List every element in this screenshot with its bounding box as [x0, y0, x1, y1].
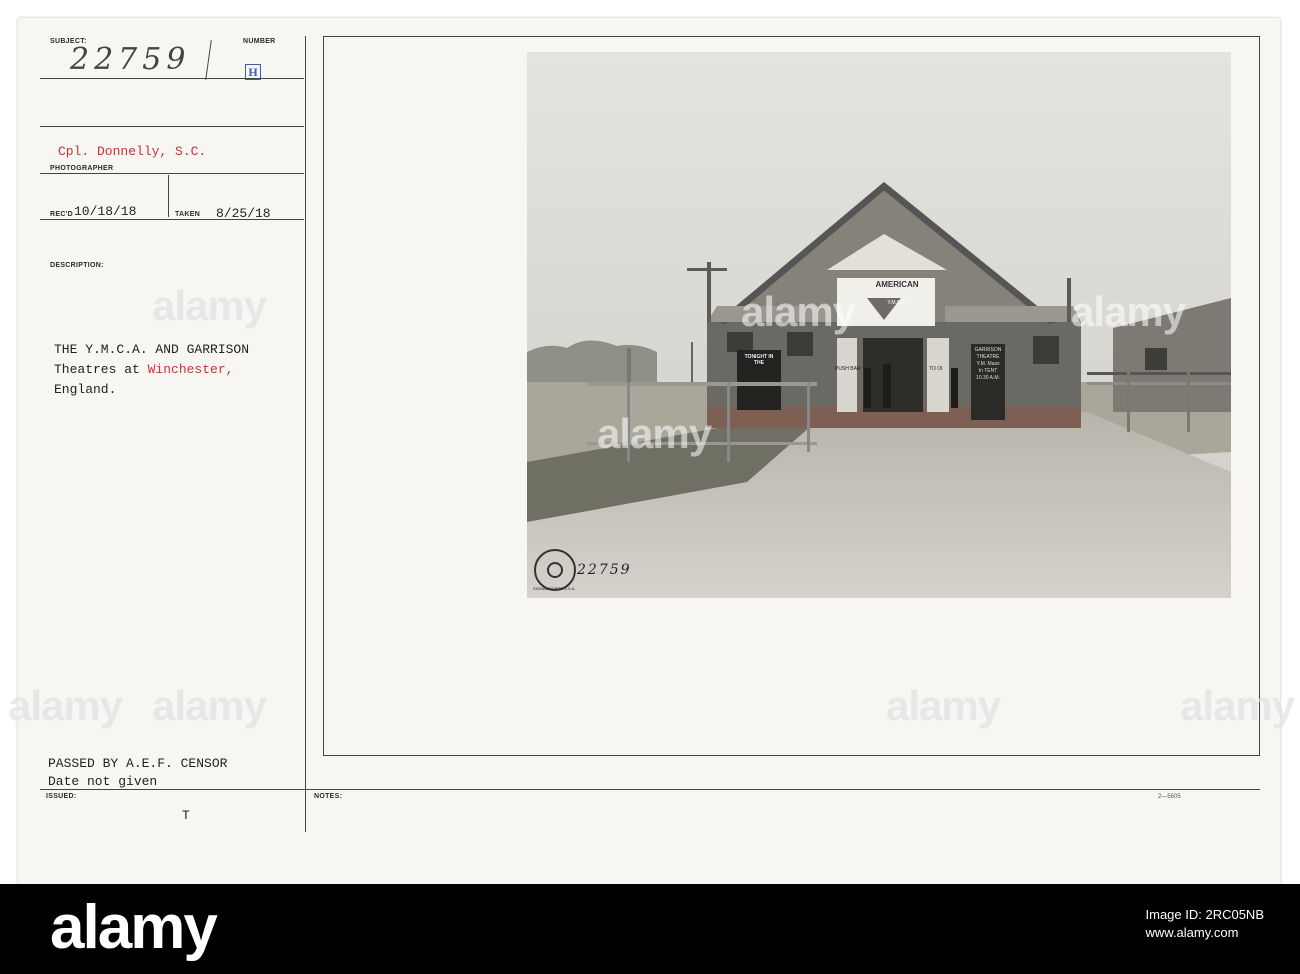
- photo-frame-right: [1259, 36, 1260, 756]
- footer-logo: alamy: [50, 893, 218, 962]
- archival-photograph: AMERICAN Y.M.C.A. TONIGHT IN THE PUSH BA…: [527, 52, 1231, 598]
- photo-frame-top: [323, 36, 1260, 37]
- location-text: Winchester,: [147, 362, 234, 377]
- watermark-2: alamy: [152, 682, 267, 729]
- description-line-3: England.: [54, 382, 117, 397]
- issued-mark: T: [182, 808, 190, 823]
- sign-to: TO OI: [929, 366, 943, 372]
- footer-url: www.alamy.com: [1145, 925, 1239, 940]
- sign-garrison-title: GARRISON THEATRE: [974, 347, 1002, 360]
- description-line-2: Theatres at Winchester,: [54, 362, 233, 377]
- stock-footer: alamy Image ID: 2RC05NB www.alamy.com: [0, 884, 1300, 974]
- rule-issued: [40, 789, 1260, 790]
- sign-tent-line-2: In TENT: [978, 368, 998, 374]
- sign-ymca: Y.M.C.A.: [887, 300, 907, 306]
- rule-dates: [40, 219, 304, 220]
- photo-watermark-1: alamy: [597, 410, 712, 457]
- photo-watermark-3: alamy: [1071, 288, 1186, 335]
- taken-label: TAKEN: [175, 211, 201, 218]
- sign-tent-line-3: 10.30 A.M.: [976, 375, 1000, 381]
- photographer-name: Cpl. Donnelly, S.C.: [58, 144, 207, 159]
- sign-american: AMERICAN: [875, 280, 919, 289]
- description-line-2-text: Theatres at: [54, 362, 148, 377]
- notes-label: NOTES:: [314, 793, 343, 800]
- rule-photographer: [40, 173, 304, 174]
- rule-subject: [40, 78, 304, 79]
- rule-top-photographer: [40, 126, 304, 127]
- footer-image-id: Image ID: 2RC05NB: [1145, 907, 1265, 922]
- sign-push-bar: PUSH BAR: [835, 366, 861, 372]
- footer-info: Image ID: 2RC05NB www.alamy.com: [1146, 906, 1265, 942]
- recd-label: REC'D: [50, 211, 73, 218]
- censor-line-1: PASSED BY A.E.F. CENSOR: [48, 756, 228, 771]
- stamp-number: 22759: [577, 562, 632, 578]
- column-divider: [305, 36, 306, 832]
- sign-tonight: TONIGHT IN THE: [744, 354, 774, 366]
- watermark-4: alamy: [886, 682, 1001, 729]
- subject-number: 22759: [70, 42, 191, 77]
- watermark-5: alamy: [1180, 682, 1295, 729]
- form-code: 2—5605: [1158, 794, 1181, 800]
- recd-date: 10/18/18: [74, 204, 137, 219]
- photographer-label: PHOTOGRAPHER: [50, 165, 114, 172]
- stamp-text: SIGNAL CORPS U.S.A.: [533, 586, 576, 591]
- photo-frame-left: [323, 36, 324, 756]
- censor-line-2: Date not given: [48, 774, 158, 789]
- sign-tent-line-1: Y.M. Mass: [976, 361, 1000, 367]
- watermark-3: alamy: [8, 682, 123, 729]
- issued-label: ISSUED:: [46, 793, 77, 800]
- number-label: NUMBER: [243, 38, 276, 45]
- recd-divider: [168, 175, 169, 217]
- photo-frame-bottom: [323, 755, 1260, 756]
- description-label: DESCRIPTION:: [50, 262, 104, 269]
- description-line-1: THE Y.M.C.A. AND GARRISON: [54, 342, 250, 357]
- photo-watermark-2: alamy: [741, 288, 856, 335]
- watermark-1: alamy: [152, 282, 267, 329]
- number-divider: [205, 40, 212, 80]
- sign-garrison: GARRISON THEATRE Y.M. Mass In TENT 10.30…: [971, 347, 1005, 382]
